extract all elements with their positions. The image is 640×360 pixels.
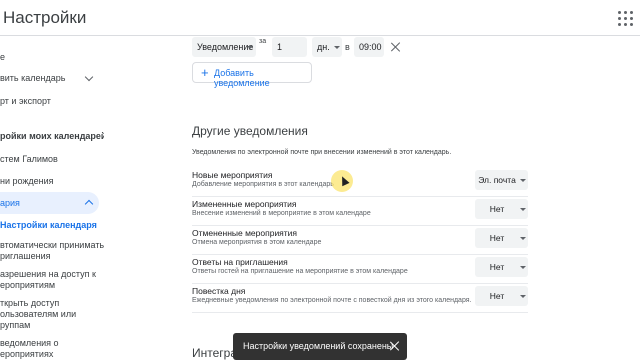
row-select-value: Нет bbox=[489, 204, 505, 214]
row-name: Измененные мероприятия bbox=[192, 199, 297, 209]
sidebar-subitem-label: ведомления о bbox=[0, 338, 59, 348]
row-name: Ответы на приглашения bbox=[192, 257, 288, 267]
top-bar: Настройки bbox=[0, 0, 640, 36]
caret-down-icon bbox=[520, 208, 526, 211]
other-notifications-title: Другие уведомления bbox=[192, 124, 308, 138]
caret-down-icon bbox=[334, 46, 340, 49]
row-select[interactable]: Нет bbox=[475, 199, 528, 219]
caret-down-icon bbox=[520, 295, 526, 298]
page-title: Настройки bbox=[3, 8, 87, 27]
sidebar-subitem-event-notifications[interactable]: ведомления о ероприятиях bbox=[0, 338, 104, 360]
row-select-value: Нет bbox=[489, 291, 505, 301]
in-label: за bbox=[259, 38, 267, 45]
sidebar-subitem-label: азрешения на доступ к bbox=[0, 269, 96, 279]
notification-row-daily-agenda: Повестка дня Ежедневные уведомления по э… bbox=[192, 284, 528, 313]
row-select-value: Нет bbox=[489, 233, 505, 243]
row-description: Ежедневные уведомления по электронной по… bbox=[192, 297, 472, 304]
row-description: Добавление мероприятия в этот календарь bbox=[192, 181, 334, 188]
notification-time-input[interactable]: 09:00 bbox=[354, 37, 384, 57]
sidebar-subitem-auto-accept[interactable]: втоматически принимать риглашения bbox=[0, 240, 104, 262]
sidebar-item-label: ария bbox=[0, 198, 20, 208]
notification-row-invitation-replies: Ответы на приглашения Ответы гостей на п… bbox=[192, 255, 528, 284]
sidebar-subitem-label-line3: руппам bbox=[0, 320, 31, 330]
snackbar: Настройки уведомлений сохранены bbox=[233, 333, 407, 360]
notification-amount-input[interactable]: 1 bbox=[272, 37, 307, 57]
notification-row-new-events: Новые мероприятия Добавление мероприятия… bbox=[192, 168, 528, 197]
sidebar-subitem-share-with-people[interactable]: ткрыть доступ ользователям или руппам bbox=[0, 298, 104, 331]
sidebar-subitem-access-permissions[interactable]: азрешения на доступ к ероприятиям bbox=[0, 269, 104, 291]
notification-row-changed-events: Измененные мероприятия Внесение изменени… bbox=[192, 197, 528, 226]
other-notifications-description: Уведомления по электронной почте при вне… bbox=[192, 149, 452, 156]
caret-down-icon bbox=[520, 179, 526, 182]
sidebar-item-label: вить календарь bbox=[0, 73, 66, 83]
settings-main: Уведомление за 1 дн. в 09:00 + Добавить … bbox=[104, 36, 640, 360]
add-notification-button[interactable]: + Добавить уведомление bbox=[192, 62, 312, 88]
row-select[interactable]: Нет bbox=[475, 286, 528, 306]
row-select[interactable]: Эл. почта bbox=[475, 170, 528, 190]
notification-amount-value: 1 bbox=[277, 42, 283, 52]
notification-unit-select[interactable]: дн. bbox=[312, 37, 342, 57]
sidebar-subitem-label-line2: риглашения bbox=[0, 251, 51, 261]
row-name: Новые мероприятия bbox=[192, 170, 273, 180]
sidebar-subitem-label: втоматически принимать bbox=[0, 240, 104, 250]
chevron-up-icon bbox=[84, 199, 94, 209]
chevron-down-icon bbox=[84, 72, 94, 82]
snackbar-message: Настройки уведомлений сохранены bbox=[243, 341, 394, 351]
row-description: Внесение изменений в мероприятие в этом … bbox=[192, 210, 371, 217]
settings-sidebar: е вить календарь рт и экспорт ройки моих… bbox=[0, 36, 104, 360]
notification-type-value: Уведомление bbox=[197, 42, 254, 52]
row-description: Ответы гостей на приглашение на мероприя… bbox=[192, 268, 408, 275]
plus-icon: + bbox=[201, 65, 209, 80]
sidebar-item-add-calendar[interactable]: вить календарь bbox=[0, 72, 104, 85]
row-select-value: Эл. почта bbox=[478, 175, 516, 185]
sidebar-subitem-label-line2: ользователям или bbox=[0, 309, 77, 319]
row-select[interactable]: Нет bbox=[475, 228, 528, 248]
add-notification-label: Добавить уведомление bbox=[214, 68, 270, 88]
sidebar-subitem-label: Настройки календаря bbox=[0, 220, 97, 230]
row-name: Повестка дня bbox=[192, 286, 246, 296]
notification-time-value: 09:00 bbox=[359, 42, 382, 52]
row-select[interactable]: Нет bbox=[475, 257, 528, 277]
snackbar-close-icon[interactable] bbox=[390, 341, 400, 351]
sidebar-subitem-label-line2: ероприятиям bbox=[0, 280, 56, 290]
remove-notification-icon[interactable] bbox=[391, 42, 401, 52]
apps-grid-icon[interactable] bbox=[618, 11, 634, 27]
notification-unit-value: дн. bbox=[317, 42, 330, 52]
row-select-value: Нет bbox=[489, 262, 505, 272]
caret-down-icon bbox=[520, 237, 526, 240]
row-description: Отмена мероприятия в этом календаре bbox=[192, 239, 322, 246]
sidebar-item-label: рт и экспорт bbox=[0, 96, 51, 106]
sidebar-item-active-calendar[interactable]: ария bbox=[0, 192, 99, 214]
sidebar-subitem-label: ткрыть доступ bbox=[0, 298, 60, 308]
integration-section-title: Интегра bbox=[192, 346, 238, 360]
caret-down-icon bbox=[520, 266, 526, 269]
at-label: в bbox=[345, 42, 350, 52]
notification-row-cancelled-events: Отмененные мероприятия Отмена мероприяти… bbox=[192, 226, 528, 255]
row-name: Отмененные мероприятия bbox=[192, 228, 298, 238]
sidebar-item-label: е bbox=[0, 52, 6, 62]
sidebar-heading-label: ройки моих календарей bbox=[0, 131, 104, 141]
sidebar-item-label: ни рождения bbox=[0, 176, 54, 186]
sidebar-item-label: стем Галимов bbox=[0, 154, 58, 164]
caret-down-icon bbox=[247, 46, 253, 49]
sidebar-subitem-label-line2: ероприятиях bbox=[0, 349, 54, 359]
notification-type-select[interactable]: Уведомление bbox=[192, 37, 256, 57]
